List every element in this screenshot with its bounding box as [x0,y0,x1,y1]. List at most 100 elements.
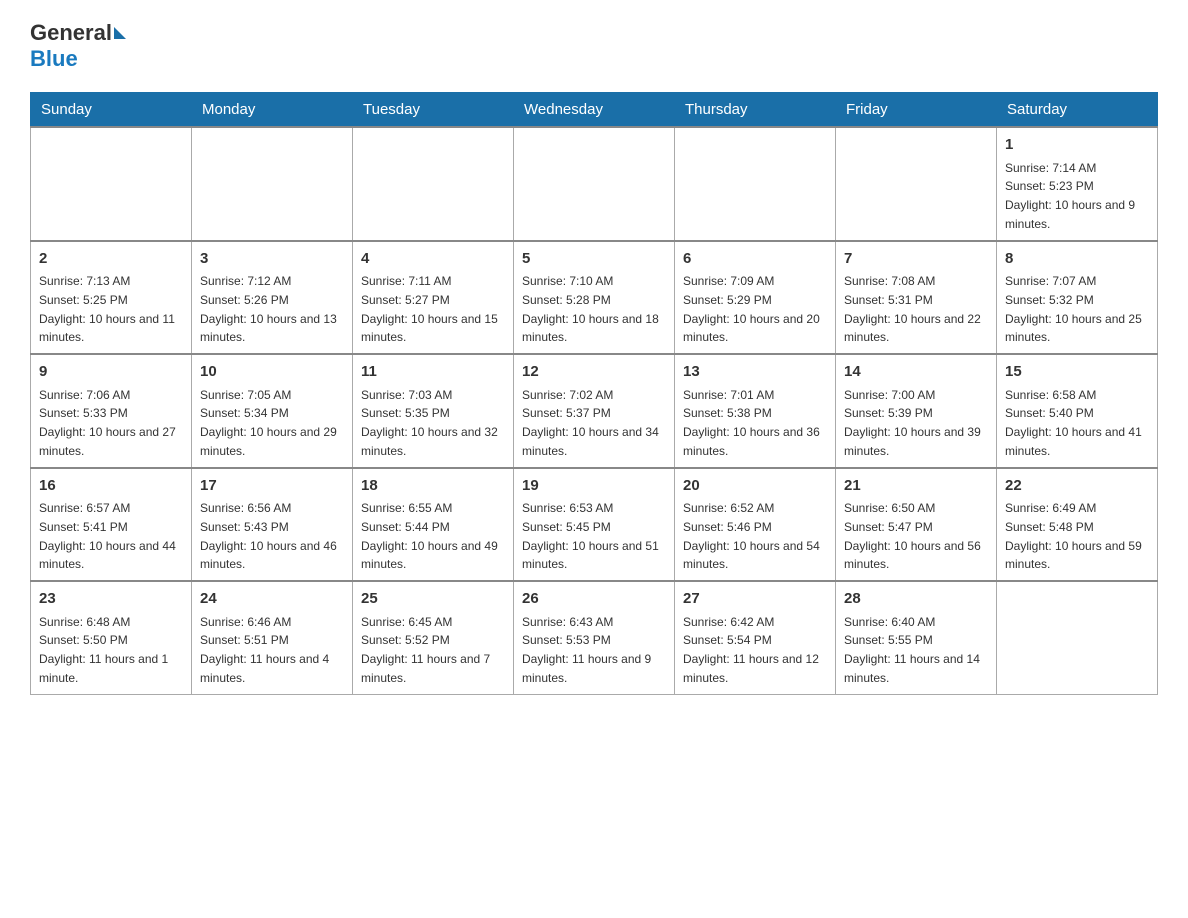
calendar-cell: 17 Sunrise: 6:56 AM Sunset: 5:43 PM Dayli… [192,468,353,582]
day-info: Sunrise: 7:14 AM Sunset: 5:23 PM Dayligh… [1005,161,1135,231]
calendar-cell: 5 Sunrise: 7:10 AM Sunset: 5:28 PM Daylig… [514,241,675,355]
calendar-cell: 28 Sunrise: 6:40 AM Sunset: 5:55 PM Dayli… [836,581,997,694]
calendar-cell: 22 Sunrise: 6:49 AM Sunset: 5:48 PM Dayli… [997,468,1158,582]
calendar-cell: 10 Sunrise: 7:05 AM Sunset: 5:34 PM Dayli… [192,354,353,468]
day-number: 17 [200,475,344,498]
day-number: 13 [683,361,827,384]
day-number: 16 [39,475,183,498]
calendar-cell: 6 Sunrise: 7:09 AM Sunset: 5:29 PM Daylig… [675,241,836,355]
day-info: Sunrise: 6:42 AM Sunset: 5:54 PM Dayligh… [683,615,819,685]
day-number: 24 [200,588,344,611]
calendar-cell: 11 Sunrise: 7:03 AM Sunset: 5:35 PM Dayli… [353,354,514,468]
day-info: Sunrise: 6:46 AM Sunset: 5:51 PM Dayligh… [200,615,329,685]
logo-blue-text: Blue [30,46,78,72]
weekday-header-saturday: Saturday [997,93,1158,128]
day-number: 11 [361,361,505,384]
day-info: Sunrise: 6:53 AM Sunset: 5:45 PM Dayligh… [522,501,659,571]
day-info: Sunrise: 7:09 AM Sunset: 5:29 PM Dayligh… [683,274,820,344]
day-info: Sunrise: 6:49 AM Sunset: 5:48 PM Dayligh… [1005,501,1142,571]
calendar-cell: 21 Sunrise: 6:50 AM Sunset: 5:47 PM Dayli… [836,468,997,582]
calendar-cell: 27 Sunrise: 6:42 AM Sunset: 5:54 PM Dayli… [675,581,836,694]
weekday-header-wednesday: Wednesday [514,93,675,128]
day-info: Sunrise: 7:08 AM Sunset: 5:31 PM Dayligh… [844,274,981,344]
page-header: General Blue [30,20,1158,72]
calendar-cell: 1 Sunrise: 7:14 AM Sunset: 5:23 PM Daylig… [997,127,1158,241]
calendar-cell: 14 Sunrise: 7:00 AM Sunset: 5:39 PM Dayli… [836,354,997,468]
weekday-header-tuesday: Tuesday [353,93,514,128]
calendar-cell: 12 Sunrise: 7:02 AM Sunset: 5:37 PM Dayli… [514,354,675,468]
day-info: Sunrise: 6:52 AM Sunset: 5:46 PM Dayligh… [683,501,820,571]
calendar-cell: 13 Sunrise: 7:01 AM Sunset: 5:38 PM Dayli… [675,354,836,468]
day-info: Sunrise: 7:00 AM Sunset: 5:39 PM Dayligh… [844,388,981,458]
day-info: Sunrise: 7:06 AM Sunset: 5:33 PM Dayligh… [39,388,176,458]
day-info: Sunrise: 7:10 AM Sunset: 5:28 PM Dayligh… [522,274,659,344]
day-info: Sunrise: 7:02 AM Sunset: 5:37 PM Dayligh… [522,388,659,458]
day-info: Sunrise: 6:40 AM Sunset: 5:55 PM Dayligh… [844,615,980,685]
calendar-cell: 9 Sunrise: 7:06 AM Sunset: 5:33 PM Daylig… [31,354,192,468]
calendar-cell: 8Sunrise: 7:07 AM Sunset: 5:32 PM Daylig… [997,241,1158,355]
calendar-cell: 24 Sunrise: 6:46 AM Sunset: 5:51 PM Dayli… [192,581,353,694]
calendar-cell: 19 Sunrise: 6:53 AM Sunset: 5:45 PM Dayli… [514,468,675,582]
day-number: 26 [522,588,666,611]
day-number: 15 [1005,361,1149,384]
calendar-cell: 3 Sunrise: 7:12 AM Sunset: 5:26 PM Daylig… [192,241,353,355]
calendar-cell [192,127,353,241]
calendar-cell: 7 Sunrise: 7:08 AM Sunset: 5:31 PM Daylig… [836,241,997,355]
day-number: 25 [361,588,505,611]
day-info: Sunrise: 7:13 AM Sunset: 5:25 PM Dayligh… [39,274,175,344]
day-number: 3 [200,248,344,271]
weekday-header-monday: Monday [192,93,353,128]
calendar-cell [514,127,675,241]
day-info: Sunrise: 6:56 AM Sunset: 5:43 PM Dayligh… [200,501,337,571]
day-info: Sunrise: 7:12 AM Sunset: 5:26 PM Dayligh… [200,274,337,344]
day-info: Sunrise: 7:11 AM Sunset: 5:27 PM Dayligh… [361,274,498,344]
calendar-cell [836,127,997,241]
calendar-week-row: 23 Sunrise: 6:48 AM Sunset: 5:50 PM Dayli… [31,581,1158,694]
day-number: 21 [844,475,988,498]
day-number: 4 [361,248,505,271]
calendar-week-row: 9 Sunrise: 7:06 AM Sunset: 5:33 PM Daylig… [31,354,1158,468]
day-number: 7 [844,248,988,271]
day-number: 1 [1005,134,1149,157]
logo: General Blue [30,20,126,72]
calendar-cell [997,581,1158,694]
calendar-cell: 26 Sunrise: 6:43 AM Sunset: 5:53 PM Dayli… [514,581,675,694]
day-info: Sunrise: 7:03 AM Sunset: 5:35 PM Dayligh… [361,388,498,458]
calendar-cell: 20Sunrise: 6:52 AM Sunset: 5:46 PM Dayli… [675,468,836,582]
day-info: Sunrise: 6:43 AM Sunset: 5:53 PM Dayligh… [522,615,651,685]
day-info: Sunrise: 6:55 AM Sunset: 5:44 PM Dayligh… [361,501,498,571]
calendar-cell: 2 Sunrise: 7:13 AM Sunset: 5:25 PM Daylig… [31,241,192,355]
day-info: Sunrise: 7:05 AM Sunset: 5:34 PM Dayligh… [200,388,337,458]
day-info: Sunrise: 6:50 AM Sunset: 5:47 PM Dayligh… [844,501,981,571]
day-number: 6 [683,248,827,271]
calendar-cell: 16Sunrise: 6:57 AM Sunset: 5:41 PM Dayli… [31,468,192,582]
weekday-header-friday: Friday [836,93,997,128]
day-number: 14 [844,361,988,384]
calendar-cell [353,127,514,241]
day-number: 19 [522,475,666,498]
day-number: 28 [844,588,988,611]
calendar-week-row: 1 Sunrise: 7:14 AM Sunset: 5:23 PM Daylig… [31,127,1158,241]
weekday-header-sunday: Sunday [31,93,192,128]
logo-general-text: General [30,20,112,46]
calendar-week-row: 16Sunrise: 6:57 AM Sunset: 5:41 PM Dayli… [31,468,1158,582]
day-number: 23 [39,588,183,611]
weekday-header-row: SundayMondayTuesdayWednesdayThursdayFrid… [31,93,1158,128]
day-number: 9 [39,361,183,384]
day-number: 10 [200,361,344,384]
calendar-week-row: 2 Sunrise: 7:13 AM Sunset: 5:25 PM Daylig… [31,241,1158,355]
day-number: 27 [683,588,827,611]
day-info: Sunrise: 6:48 AM Sunset: 5:50 PM Dayligh… [39,615,168,685]
day-number: 22 [1005,475,1149,498]
day-number: 5 [522,248,666,271]
calendar-cell: 23 Sunrise: 6:48 AM Sunset: 5:50 PM Dayli… [31,581,192,694]
day-number: 12 [522,361,666,384]
weekday-header-thursday: Thursday [675,93,836,128]
day-number: 8 [1005,248,1149,271]
calendar-cell [31,127,192,241]
calendar-cell: 25Sunrise: 6:45 AM Sunset: 5:52 PM Dayli… [353,581,514,694]
calendar-cell: 15Sunrise: 6:58 AM Sunset: 5:40 PM Dayli… [997,354,1158,468]
day-info: Sunrise: 7:01 AM Sunset: 5:38 PM Dayligh… [683,388,820,458]
day-number: 2 [39,248,183,271]
logo-arrow-icon [114,27,126,39]
